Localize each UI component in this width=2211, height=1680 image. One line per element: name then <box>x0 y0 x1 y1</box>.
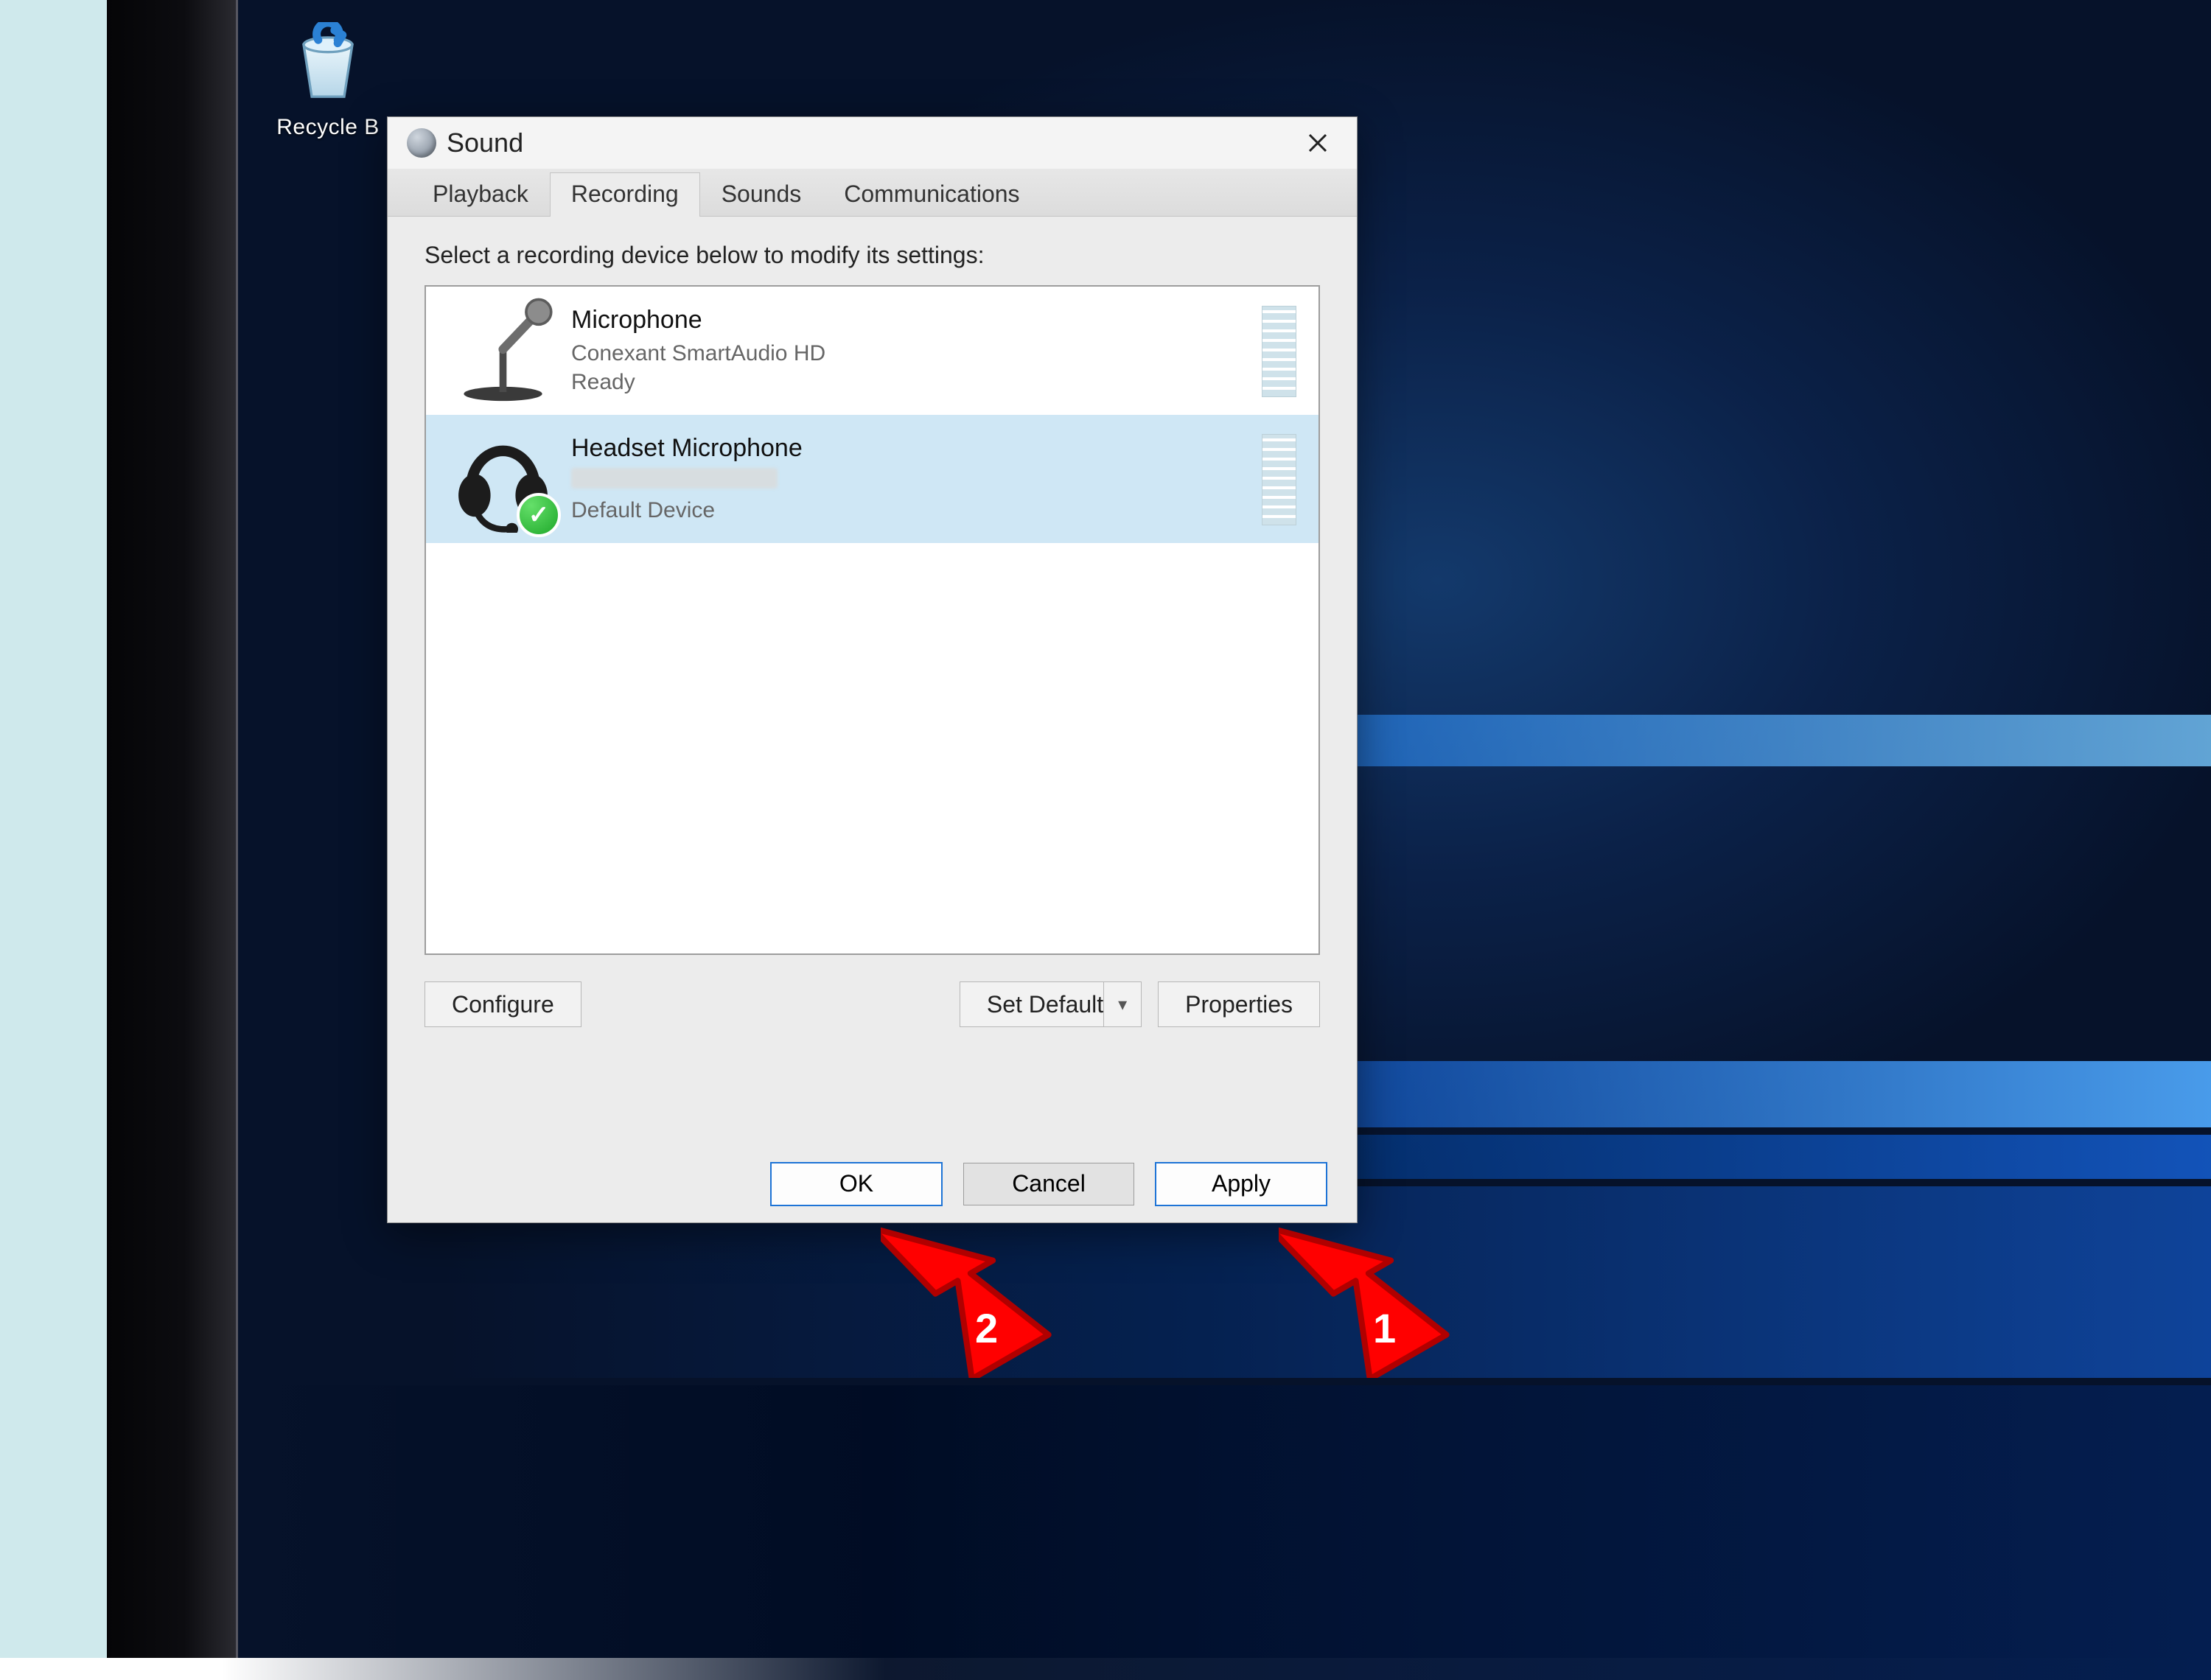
monitor-bezel <box>107 0 238 1658</box>
instruction-text: Select a recording device below to modif… <box>388 217 1357 285</box>
device-action-row: Configure Set Default ▾ Properties <box>388 955 1357 1027</box>
device-status: Ready <box>571 370 635 394</box>
device-item-microphone[interactable]: Microphone Conexant SmartAudio HD Ready <box>426 287 1318 415</box>
configure-button[interactable]: Configure <box>425 981 581 1027</box>
tab-communications[interactable]: Communications <box>822 172 1041 217</box>
device-list[interactable]: Microphone Conexant SmartAudio HD Ready … <box>425 285 1320 955</box>
recycle-bin-icon[interactable]: Recycle B <box>273 22 383 140</box>
properties-button[interactable]: Properties <box>1158 981 1320 1027</box>
bg-beam <box>0 1385 2211 1680</box>
headset-icon: ✓ <box>450 426 556 533</box>
dialog-footer: OK Cancel Apply <box>388 1145 1357 1222</box>
tab-playback[interactable]: Playback <box>411 172 550 217</box>
ok-button[interactable]: OK <box>770 1162 943 1206</box>
set-default-button[interactable]: Set Default ▾ <box>960 981 1142 1027</box>
set-default-label: Set Default <box>987 991 1103 1018</box>
tab-sounds[interactable]: Sounds <box>700 172 823 217</box>
sound-dialog: Sound Playback Recording Sounds Communic… <box>387 116 1358 1223</box>
device-item-headset-microphone[interactable]: ✓ Headset Microphone Default Device <box>426 415 1318 543</box>
page-margin <box>0 0 107 1658</box>
tab-recording[interactable]: Recording <box>550 172 700 217</box>
device-status: Default Device <box>571 498 715 522</box>
close-button[interactable] <box>1292 123 1344 164</box>
level-meter <box>1262 434 1296 525</box>
level-meter <box>1262 306 1296 397</box>
recycle-bin-label: Recycle B <box>273 115 383 140</box>
device-name: Microphone <box>571 306 1295 335</box>
default-check-icon: ✓ <box>517 493 561 537</box>
sound-title-icon <box>407 128 436 158</box>
chevron-down-icon[interactable]: ▾ <box>1103 982 1141 1026</box>
device-name: Headset Microphone <box>571 434 1295 463</box>
tab-bar: Playback Recording Sounds Communications <box>388 169 1357 217</box>
cancel-button[interactable]: Cancel <box>963 1163 1134 1205</box>
device-driver-redacted <box>571 468 778 489</box>
device-driver: Conexant SmartAudio HD <box>571 341 825 365</box>
microphone-icon <box>450 298 556 405</box>
apply-button[interactable]: Apply <box>1155 1162 1327 1206</box>
titlebar[interactable]: Sound <box>388 117 1357 169</box>
window-title: Sound <box>447 127 523 158</box>
